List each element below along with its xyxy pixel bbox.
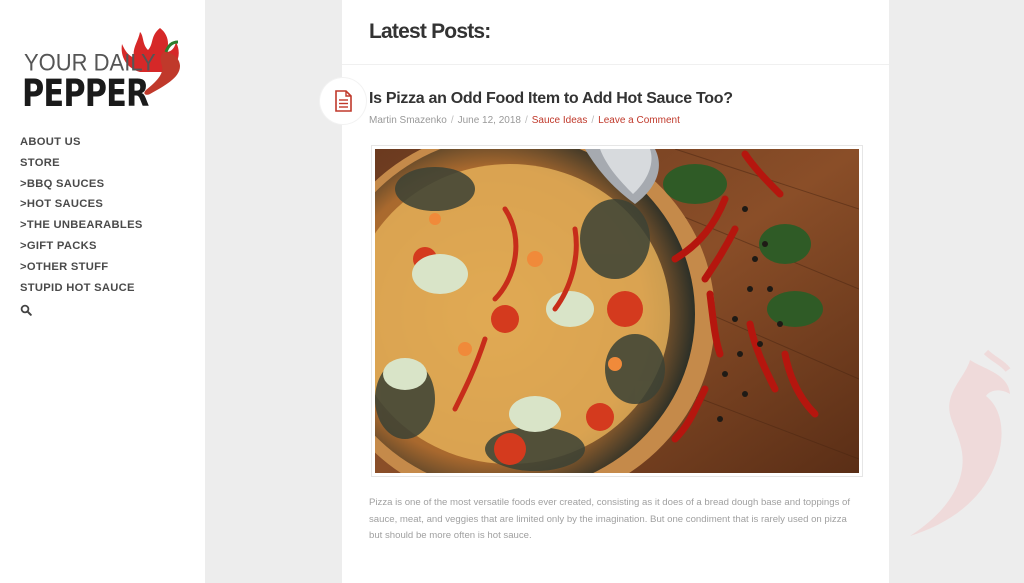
nav-item-bbq-sauces[interactable]: >BBQ SAUCES	[20, 178, 143, 199]
site-logo[interactable]: YOUR DAILY PEPPER	[22, 22, 192, 115]
post-featured-image[interactable]	[371, 145, 863, 477]
nav-item-label: >HOT SAUCES	[20, 198, 104, 211]
post-meta: Martin Smazenko / June 12, 2018/Sauce Idea…	[369, 115, 680, 126]
background-pepper-decoration	[910, 349, 1011, 536]
nav-item-the-unbearables[interactable]: >THE UNBEARABLES	[20, 219, 143, 240]
post-format-badge	[320, 78, 366, 124]
leave-comment-link[interactable]: Leave a Comment	[598, 115, 680, 126]
post-title-link[interactable]: Is Pizza an Odd Food Item to Add Hot Sau…	[369, 90, 733, 108]
nav-item-label: STORE	[20, 156, 60, 169]
nav-item-about-us[interactable]: ABOUT US	[20, 136, 143, 157]
pizza-image	[375, 149, 859, 473]
nav-item-label: >GIFT PACKS	[20, 239, 97, 252]
meta-separator: /	[524, 115, 528, 126]
main-content: Latest Posts: Is Pizza an Odd Food Item …	[342, 0, 889, 583]
heading-divider	[342, 64, 889, 65]
nav-item-label: >OTHER STUFF	[20, 260, 109, 273]
post-date[interactable]: June 12, 2018	[458, 115, 521, 126]
page-heading: Latest Posts:	[369, 20, 491, 43]
meta-separator: /	[450, 115, 454, 126]
logo-text-pepper: PEPPER	[22, 72, 149, 115]
post-author[interactable]: Martin Smazenko	[369, 115, 447, 126]
nav-item-label: >THE UNBEARABLES	[20, 219, 143, 232]
nav-item-store[interactable]: STORE	[20, 157, 143, 178]
nav-item-hot-sauces[interactable]: >HOT SAUCES	[20, 198, 143, 219]
nav-item-label: STUPID HOT SAUCE	[20, 281, 135, 294]
nav-item-label: >BBQ SAUCES	[20, 177, 105, 190]
nav-item-other-stuff[interactable]: >OTHER STUFF	[20, 261, 143, 282]
search-icon[interactable]	[20, 304, 32, 316]
main-nav: ABOUT US STORE >BBQ SAUCES >HOT SAUCES >…	[20, 136, 143, 302]
post-category-link[interactable]: Sauce Ideas	[532, 115, 588, 126]
post-excerpt: Pizza is one of the most versatile foods…	[369, 497, 851, 541]
meta-separator: /	[591, 115, 595, 126]
sidebar: YOUR DAILY PEPPER ABOUT US STORE >BBQ SA…	[0, 0, 205, 583]
nav-item-stupid-hot-sauce[interactable]: STUPID HOT SAUCE	[20, 282, 143, 303]
document-icon	[335, 90, 352, 112]
nav-item-label: ABOUT US	[20, 136, 81, 148]
nav-item-gift-packs[interactable]: >GIFT PACKS	[20, 240, 143, 261]
